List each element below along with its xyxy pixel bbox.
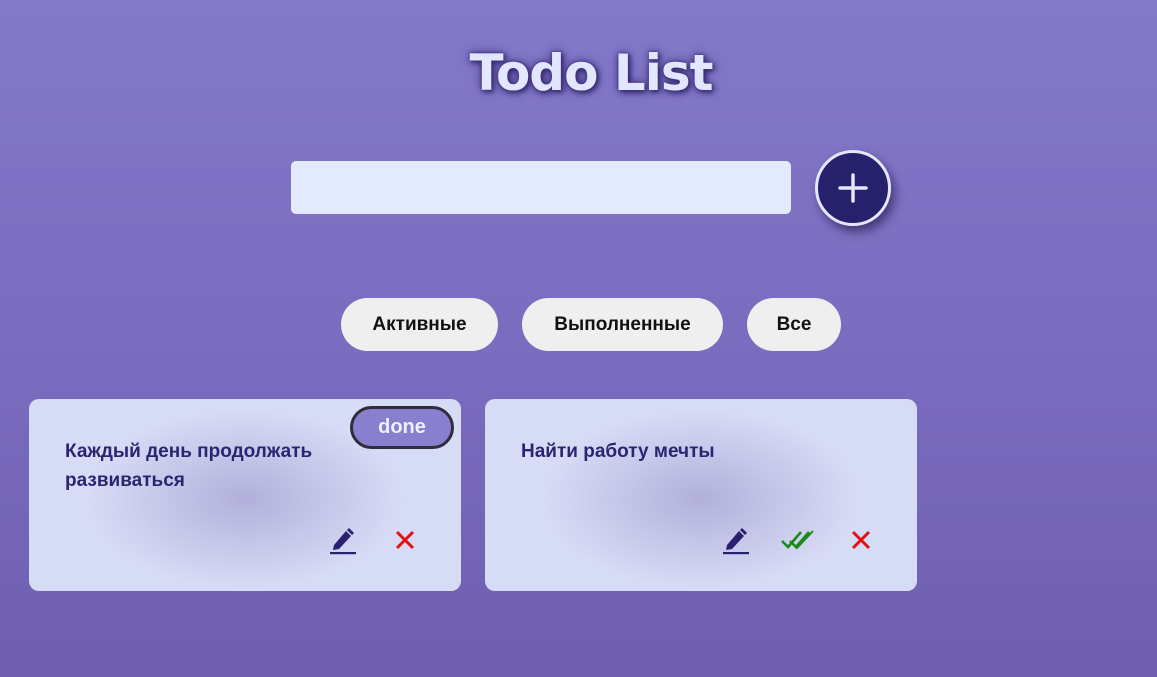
todo-text: Каждый день продолжать развиваться — [65, 441, 313, 491]
delete-button[interactable] — [844, 523, 878, 557]
edit-button[interactable] — [326, 523, 360, 557]
todo-card: Найти работу мечты — [485, 399, 917, 591]
filter-completed-button[interactable]: Выполненные — [522, 298, 723, 351]
filter-active-button[interactable]: Активные — [341, 298, 498, 351]
new-todo-input[interactable] — [291, 161, 791, 214]
plus-icon — [838, 173, 868, 203]
page-title: Todo List — [469, 44, 713, 102]
todo-card: Каждый день продолжать развиваться done — [29, 399, 461, 591]
delete-icon — [851, 530, 871, 550]
add-todo-button[interactable] — [815, 150, 891, 226]
status-badge: done — [350, 406, 454, 449]
edit-icon — [330, 528, 356, 555]
delete-icon — [395, 530, 415, 550]
filter-all-button[interactable]: Все — [747, 298, 841, 351]
edit-button[interactable] — [719, 523, 753, 557]
todo-text: Найти работу мечты — [521, 441, 715, 462]
double-check-icon — [781, 530, 814, 550]
complete-button[interactable] — [781, 523, 815, 557]
delete-button[interactable] — [388, 523, 422, 557]
edit-icon — [723, 528, 749, 555]
